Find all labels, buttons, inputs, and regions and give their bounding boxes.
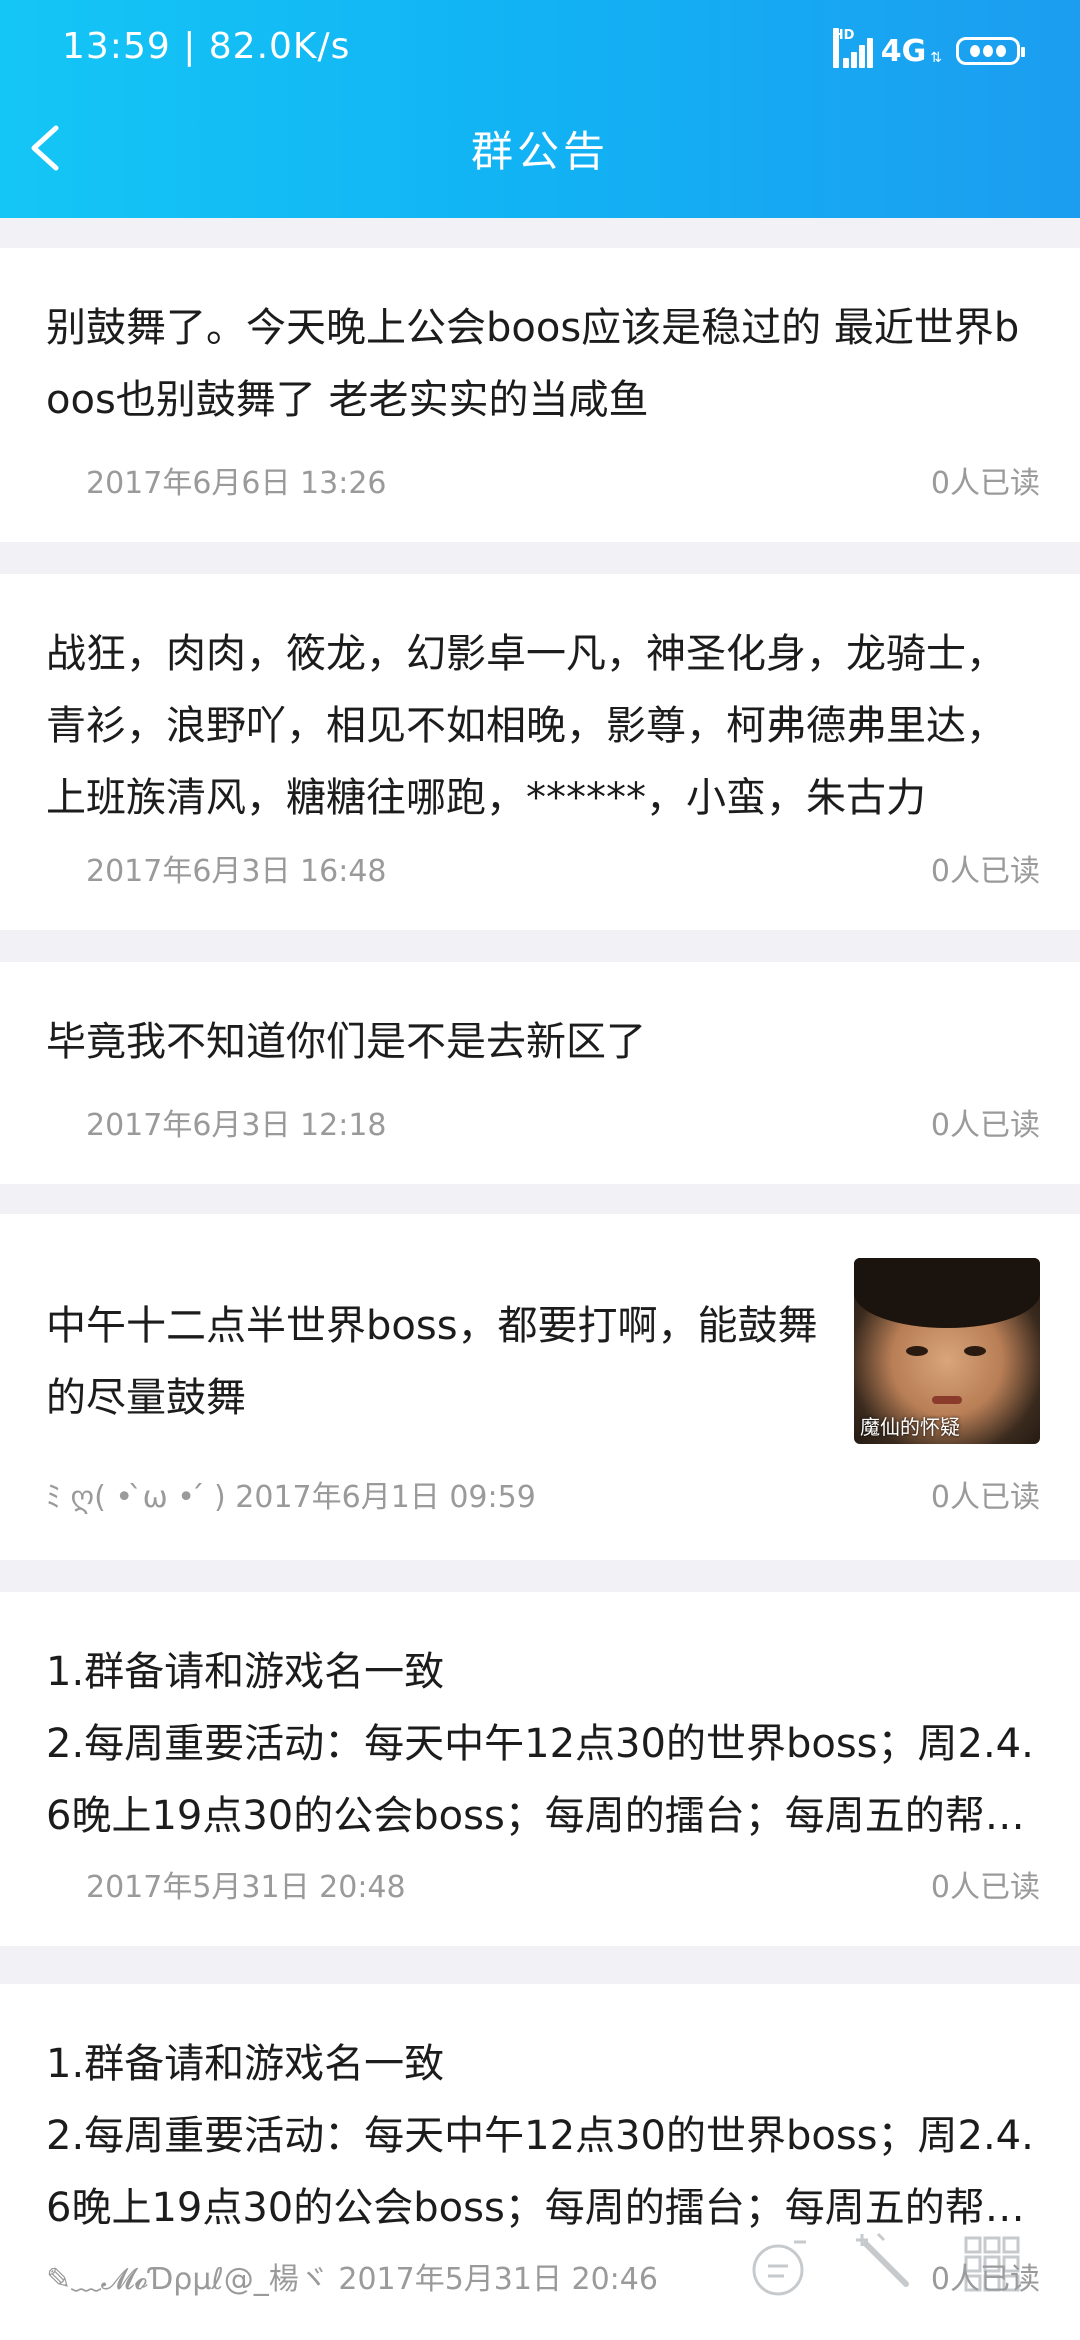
announcement-text: 中午十二点半世界boss，都要打啊，能鼓舞的尽量鼓舞 xyxy=(46,1303,818,1421)
read-count[interactable]: 0人已读 xyxy=(931,846,1040,890)
network-type: 4G xyxy=(880,33,927,69)
floating-tools-button[interactable] xyxy=(852,2230,916,2298)
data-arrows-icon: ⇅ xyxy=(930,50,942,66)
announcement-date: 2017年5月31日 20:48 xyxy=(86,1870,406,1905)
announcement-date: 2017年6月6日 13:26 xyxy=(86,466,387,501)
hd-label: HD xyxy=(832,28,854,68)
floating-menu-button[interactable] xyxy=(748,2236,812,2304)
menu-circle-icon xyxy=(752,2240,806,2296)
page-title: 群公告 xyxy=(470,127,609,176)
clock: 13:59 xyxy=(62,26,171,67)
announcement-date: 2017年6月1日 09:59 xyxy=(235,1480,536,1515)
status-bar: 13:59 | 82.0K/s HD 4G ⇅ xyxy=(0,0,1080,100)
announcement-card[interactable]: 别鼓舞了。今天晚上公会boos应该是稳过的 最近世界boos也别鼓舞了 老老实实… xyxy=(0,248,1080,542)
read-count[interactable]: 0人已读 xyxy=(931,1472,1040,1516)
battery-icon xyxy=(956,37,1025,65)
announcement-text: 战狂，肉肉，筱龙，幻影卓一凡，神圣化身，龙骑士，青衫，浪野吖，相见不如相晚，影尊… xyxy=(46,631,1006,821)
announcement-text: 1.群备请和游戏名一致 2.每周重要活动：每天中午12点30的世界boss；周2… xyxy=(46,1649,1034,1839)
announcement-card[interactable]: 战狂，肉肉，筱龙，幻影卓一凡，神圣化身，龙骑士，青衫，浪野吖，相见不如相晚，影尊… xyxy=(0,574,1080,930)
announcement-date: 2017年5月31日 20:46 xyxy=(338,2262,658,2297)
announcement-text: 别鼓舞了。今天晚上公会boos应该是稳过的 最近世界boos也别鼓舞了 老老实实… xyxy=(46,305,1020,423)
announcement-card[interactable]: 1.群备请和游戏名一致 2.每周重要活动：每天中午12点30的世界boss；周2… xyxy=(0,1592,1080,1946)
announcement-author-date: ✎﹏𝓜𝓸Ɗρµℓ@_楊ヾ 2017年5月31日 20:46 xyxy=(46,2254,658,2298)
read-count[interactable]: 0人已读 xyxy=(931,1100,1040,1144)
announcement-date: 2017年6月3日 12:18 xyxy=(86,1108,387,1143)
announcement-author: ﾐ ღ( • ̀ω • ́ ) xyxy=(46,1480,226,1515)
floating-grid-button[interactable] xyxy=(960,2232,1024,2300)
announcement-date: 2017年6月3日 16:48 xyxy=(86,854,387,889)
announcement-text: 1.群备请和游戏名一致 2.每周重要活动：每天中午12点30的世界boss；周2… xyxy=(46,2041,1034,2231)
grid-icon xyxy=(964,2236,1020,2292)
announcement-author-date: ﾐ ღ( • ̀ω • ́ ) 2017年6月1日 09:59 xyxy=(46,1472,536,1516)
app-header: 13:59 | 82.0K/s HD 4G ⇅ 群公告 xyxy=(0,0,1080,218)
announcement-text: 毕竟我不知道你们是不是去新区了 xyxy=(46,1019,646,1065)
status-time: 13:59 | 82.0K/s xyxy=(62,26,351,67)
announcement-author: ✎﹏𝓜𝓸Ɗρµℓ@_楊ヾ xyxy=(46,2262,329,2297)
signal-icon: HD xyxy=(832,28,875,68)
status-icons: HD 4G ⇅ xyxy=(832,28,1025,72)
image-caption: 魔仙的怀疑 xyxy=(860,1415,960,1439)
magic-wand-icon xyxy=(856,2232,909,2287)
announcement-image[interactable]: 魔仙的怀疑 xyxy=(854,1258,1040,1444)
read-count[interactable]: 0人已读 xyxy=(931,1862,1040,1906)
read-count[interactable]: 0人已读 xyxy=(931,458,1040,502)
net-speed: 82.0K/s xyxy=(208,26,351,67)
announcement-card[interactable]: 毕竟我不知道你们是不是去新区了 2017年6月3日 12:18 0人已读 xyxy=(0,962,1080,1184)
announcement-card[interactable]: 1.群备请和游戏名一致 2.每周重要活动：每天中午12点30的世界boss；周2… xyxy=(0,1984,1080,2340)
announcement-card[interactable]: 中午十二点半世界boss，都要打啊，能鼓舞的尽量鼓舞 魔仙的怀疑 ﾐ ღ( • … xyxy=(0,1214,1080,1560)
